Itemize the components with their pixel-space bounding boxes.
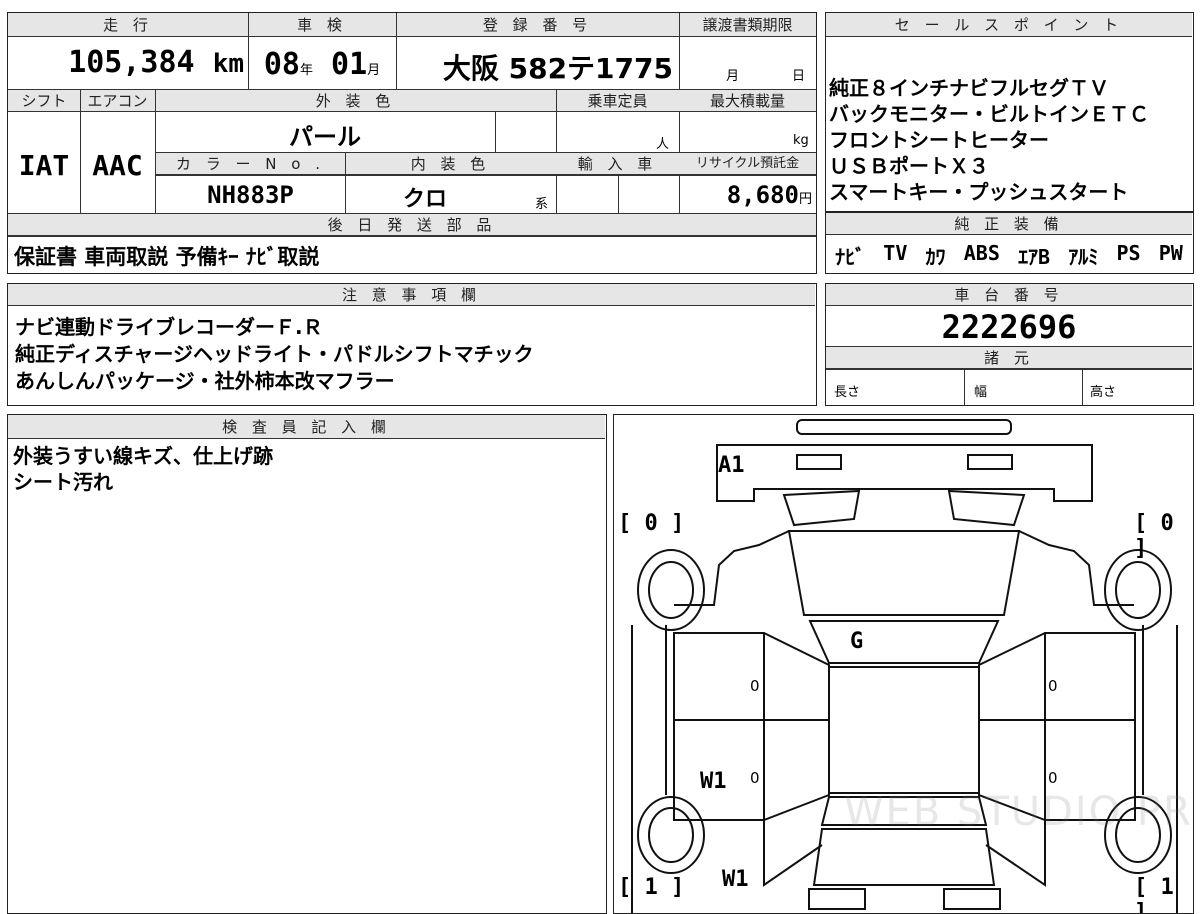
mileage-value: 105,384 (68, 45, 195, 80)
tread-rear-left: [ 1 ] (618, 875, 685, 900)
notes-list: ナビ連動ドライブレコーダーＦ.Ｒ 純正ディスチャージヘッドライト・パドルシフトマ… (15, 314, 534, 395)
later-parts-header: 後 日 発 送 部 品 (8, 214, 816, 236)
car-diagram (631, 419, 1178, 913)
inspection-month: 01 (331, 47, 368, 82)
mark-left-door: W1 (700, 769, 727, 794)
transfer-month-unit: 月 (726, 69, 740, 84)
inspection-header: 車 検 (248, 13, 396, 37)
sales-point-line: フロントシートヒーター (829, 128, 1049, 152)
chassis-header: 車 台 番 号 (826, 284, 1192, 306)
mark-left-rear-fender: W1 (722, 867, 749, 892)
spec-width-label: 幅 (974, 385, 988, 400)
sales-point-line: スマートキー・プッシュスタート (829, 180, 1129, 204)
chassis-panel: 車 台 番 号 2222696 諸 元 長さ 幅 高さ (825, 283, 1194, 406)
recycle-unit: 円 (798, 192, 812, 207)
car-diagram-panel: [ 0 ] [ 0 ] [ 1 ] [ 1 ] A1 G W1 W1 0 0 0… (613, 414, 1194, 914)
interior-color-value: クロ (402, 187, 447, 212)
interior-color-header: 内 装 色 (345, 153, 556, 175)
recycle-value-row: 8,680円 (679, 181, 816, 209)
spec-length-label: 長さ (834, 385, 861, 400)
inspector-line: 外装うすい線キズ、仕上げ跡 (13, 444, 273, 468)
equipment-item: TV (883, 241, 908, 265)
inspection-year-unit: 年 (299, 63, 313, 78)
inspection-year: 08 (263, 47, 300, 82)
recycle-header: リサイクル預託金 (679, 153, 816, 175)
recycle-value: 8,680 (726, 181, 799, 209)
aircon-header: エアコン (80, 90, 155, 112)
notes-panel: 注 意 事 項 欄 ナビ連動ドライブレコーダーＦ.Ｒ 純正ディスチャージヘッドラ… (7, 283, 817, 406)
equipment-list: ﾅﾋﾞ TV ｶﾜ ABS ｴｱB ｱﾙﾐ PS PW (826, 241, 1192, 270)
door-number: 0 (1048, 769, 1058, 787)
specs-header: 諸 元 (826, 347, 1192, 369)
equipment-item: PW (1158, 241, 1183, 265)
sales-point-line: バックモニター・ビルトインＥＴＣ (829, 102, 1149, 126)
interior-color-suffix: 系 (535, 197, 549, 212)
equipment-panel: 純 正 装 備 ﾅﾋﾞ TV ｶﾜ ABS ｴｱB ｱﾙﾐ PS PW (825, 212, 1194, 274)
chassis-value: 2222696 (941, 308, 1077, 346)
equipment-header: 純 正 装 備 (826, 213, 1192, 235)
notes-header: 注 意 事 項 欄 (8, 284, 815, 306)
mark-windshield: G (850, 629, 864, 654)
aircon-value: AAC (92, 149, 143, 182)
mileage-value-row: 105,384 km (8, 45, 248, 80)
shift-header: シフト (8, 90, 80, 112)
equipment-item: ｶﾜ (925, 245, 946, 269)
exterior-color-header: 外 装 色 (155, 90, 556, 112)
color-no-header: カ ラ ー N o . (156, 153, 345, 175)
color-no-value: NH883P (207, 181, 294, 209)
sales-point-line: 純正８インチナビフルセグＴＶ (829, 76, 1109, 100)
later-parts-value: 保証書 車両取説 予備ｷｰ ﾅﾋﾞ取説 (14, 245, 320, 269)
mileage-header: 走 行 (8, 13, 248, 37)
vehicle-info-table: 走 行 車 検 登 録 番 号 譲渡書類期限 105,384 km 08年 01… (7, 12, 817, 274)
max-load-header: 最大積載量 (679, 90, 816, 112)
import-header: 輸 入 車 (556, 153, 679, 175)
door-number: 0 (750, 769, 760, 787)
shift-value: IAT (18, 149, 70, 182)
watermark: WEB STUDIO PRO (844, 789, 1194, 835)
inspector-panel: 検 査 員 記 入 欄 外装うすい線キズ、仕上げ跡 シート汚れ (7, 414, 607, 914)
note-line: 純正ディスチャージヘッドライト・パドルシフトマチック (15, 342, 534, 366)
registration-header: 登 録 番 号 (396, 13, 679, 37)
equipment-item: PS (1116, 241, 1141, 265)
inspection-month-unit: 月 (367, 63, 381, 78)
inspection-value-row: 08年 01月 (248, 47, 396, 82)
tread-front-right: [ 0 ] (1134, 511, 1174, 561)
transfer-day-unit: 日 (792, 69, 806, 84)
note-line: ナビ連動ドライブレコーダーＦ.Ｒ (15, 315, 323, 339)
capacity-header: 乗車定員 (556, 90, 679, 112)
sales-point-line: ＵＳＢポートＸ３ (829, 154, 989, 178)
sales-points-panel: セ ー ル ス ポ イ ン ト 純正８インチナビフルセグＴＶ バックモニター・ビ… (825, 12, 1194, 212)
inspector-line: シート汚れ (13, 470, 113, 494)
inspector-notes: 外装うすい線キズ、仕上げ跡 シート汚れ (13, 443, 273, 495)
transfer-deadline-header: 譲渡書類期限 (679, 13, 816, 37)
mileage-unit: km (212, 49, 244, 79)
max-load-unit: kg (793, 133, 809, 148)
equipment-item: ABS (963, 241, 1000, 265)
sales-points-header: セ ー ル ス ポ イ ン ト (826, 13, 1192, 37)
door-number: 0 (1048, 677, 1058, 695)
door-number: 0 (750, 677, 760, 695)
exterior-color-value: パール (289, 123, 361, 151)
note-line: あんしんパッケージ・社外柿本改マフラー (15, 369, 395, 393)
capacity-unit: 人 (656, 137, 670, 152)
tread-front-left: [ 0 ] (618, 511, 685, 536)
equipment-item: ﾅﾋﾞ (835, 245, 866, 269)
inspector-header: 検 査 員 記 入 欄 (8, 415, 605, 439)
mark-front-bumper: A1 (718, 453, 745, 478)
spec-height-label: 高さ (1090, 385, 1117, 400)
equipment-item: ｱﾙﾐ (1068, 245, 1099, 269)
equipment-item: ｴｱB (1018, 245, 1051, 269)
tread-rear-right: [ 1 ] (1134, 875, 1174, 914)
sales-points-list: 純正８インチナビフルセグＴＶ バックモニター・ビルトインＥＴＣ フロントシートヒ… (829, 75, 1149, 205)
registration-value: 大阪 582テ1775 (442, 52, 673, 85)
